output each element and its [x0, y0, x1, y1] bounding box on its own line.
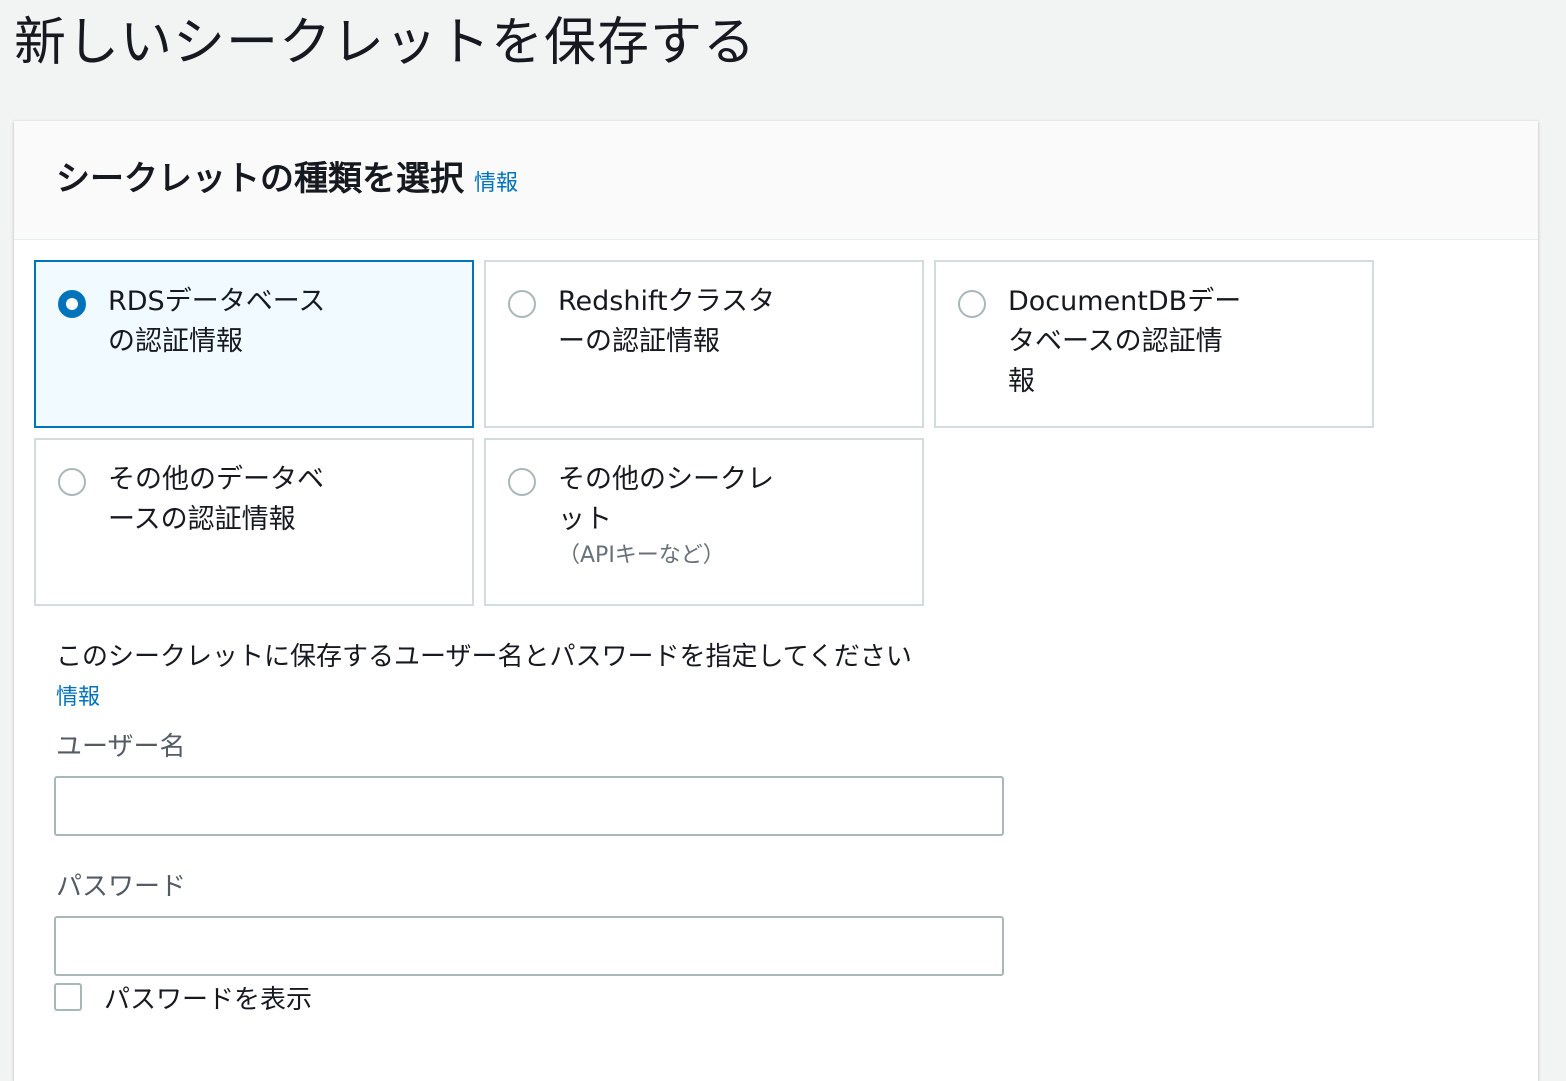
tile-other-secret[interactable]: その他のシークレット （APIキーなど）	[484, 438, 924, 606]
secret-type-panel: シークレットの種類を選択 情報 RDSデータベースの認証情報 Redshiftクラ…	[14, 121, 1538, 1081]
tile-rds-credentials[interactable]: RDSデータベースの認証情報	[34, 260, 474, 428]
tile-documentdb-credentials[interactable]: DocumentDBデータベースの認証情報	[934, 260, 1374, 428]
tile-label-rds: RDSデータベースの認証情報	[108, 286, 326, 357]
credentials-info-link[interactable]: 情報	[56, 679, 100, 711]
show-password-label: パスワードを表示	[104, 984, 313, 1015]
radio-other-database-credentials[interactable]	[58, 468, 86, 496]
secret-type-heading-text: シークレットの種類を選択	[56, 159, 464, 199]
radio-documentdb-credentials[interactable]	[958, 290, 986, 318]
page-title: 新しいシークレットを保存する	[14, 13, 757, 73]
tile-label-redshift: Redshiftクラスターの認証情報	[558, 286, 776, 357]
tile-label-other-secret: その他のシークレット	[558, 464, 774, 535]
secret-type-heading: シークレットの種類を選択 情報	[56, 159, 518, 200]
radio-redshift-credentials[interactable]	[508, 290, 536, 318]
tile-sublabel-other-secret: （APIキーなど）	[558, 543, 725, 568]
radio-rds-credentials[interactable]	[58, 290, 86, 318]
username-label: ユーザー名	[56, 732, 186, 762]
panel-header: シークレットの種類を選択 情報	[14, 121, 1538, 240]
credentials-description: このシークレットに保存するユーザー名とパスワードを指定してください	[56, 642, 912, 672]
tile-redshift-credentials[interactable]: Redshiftクラスターの認証情報	[484, 260, 924, 428]
show-password-row[interactable]: パスワードを表示	[54, 979, 312, 1015]
secret-type-info-link[interactable]: 情報	[474, 171, 518, 196]
tile-label-other-database: その他のデータベースの認証情報	[108, 464, 324, 535]
tile-label-documentdb: DocumentDBデータベースの認証情報	[1008, 286, 1242, 397]
radio-other-secret[interactable]	[508, 468, 536, 496]
tile-other-database-credentials[interactable]: その他のデータベースの認証情報	[34, 438, 474, 606]
tile-label-other-secret-block: その他のシークレット （APIキーなど）	[558, 460, 798, 572]
show-password-checkbox[interactable]	[54, 983, 82, 1011]
username-input[interactable]	[54, 776, 1004, 836]
password-label: パスワード	[56, 872, 187, 902]
password-input[interactable]	[54, 916, 1004, 976]
